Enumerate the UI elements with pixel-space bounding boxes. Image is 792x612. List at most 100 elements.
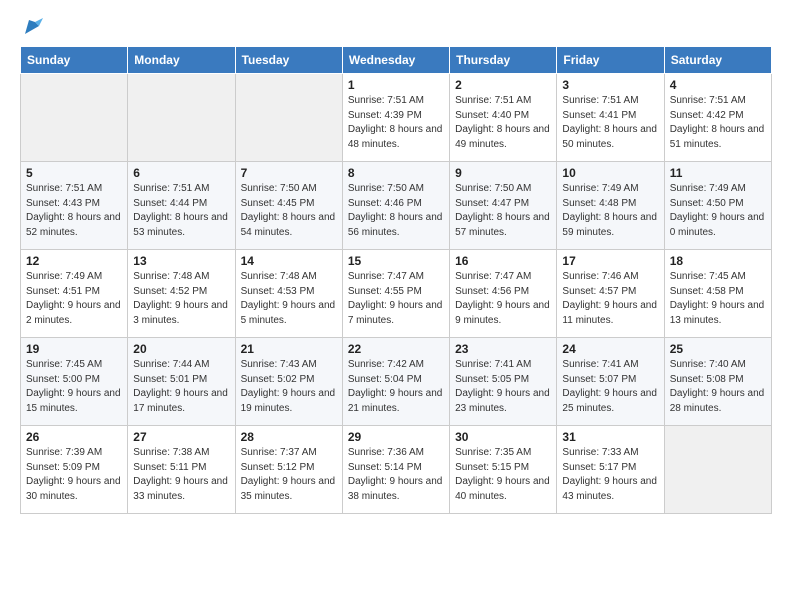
day-number: 29 — [348, 430, 444, 444]
day-info: Sunrise: 7:35 AM Sunset: 5:15 PM Dayligh… — [455, 446, 551, 504]
calendar-cell: 26 Sunrise: 7:39 AM Sunset: 5:09 PM Dayli… — [21, 426, 128, 514]
day-info: Sunrise: 7:41 AM Sunset: 5:07 PM Dayligh… — [562, 358, 658, 416]
day-info: Sunrise: 7:37 AM Sunset: 5:12 PM Dayligh… — [241, 446, 337, 504]
day-info: Sunrise: 7:44 AM Sunset: 5:01 PM Dayligh… — [133, 358, 229, 416]
day-number: 13 — [133, 254, 229, 268]
calendar-cell: 3 Sunrise: 7:51 AM Sunset: 4:41 PM Daylig… — [557, 74, 664, 162]
calendar-cell — [128, 74, 235, 162]
calendar-cell: 5 Sunrise: 7:51 AM Sunset: 4:43 PM Daylig… — [21, 162, 128, 250]
day-number: 16 — [455, 254, 551, 268]
logo-text — [20, 16, 43, 38]
day-number: 10 — [562, 166, 658, 180]
day-info: Sunrise: 7:51 AM Sunset: 4:39 PM Dayligh… — [348, 94, 444, 152]
day-number: 21 — [241, 342, 337, 356]
day-number: 7 — [241, 166, 337, 180]
day-info: Sunrise: 7:49 AM Sunset: 4:50 PM Dayligh… — [670, 182, 766, 240]
calendar-cell: 21 Sunrise: 7:43 AM Sunset: 5:02 PM Dayli… — [235, 338, 342, 426]
day-number: 23 — [455, 342, 551, 356]
day-info: Sunrise: 7:51 AM Sunset: 4:41 PM Dayligh… — [562, 94, 658, 152]
day-number: 11 — [670, 166, 766, 180]
day-info: Sunrise: 7:50 AM Sunset: 4:47 PM Dayligh… — [455, 182, 551, 240]
day-info: Sunrise: 7:33 AM Sunset: 5:17 PM Dayligh… — [562, 446, 658, 504]
day-info: Sunrise: 7:49 AM Sunset: 4:51 PM Dayligh… — [26, 270, 122, 328]
day-number: 25 — [670, 342, 766, 356]
day-info: Sunrise: 7:47 AM Sunset: 4:55 PM Dayligh… — [348, 270, 444, 328]
calendar-week-row: 26 Sunrise: 7:39 AM Sunset: 5:09 PM Dayli… — [21, 426, 772, 514]
day-info: Sunrise: 7:42 AM Sunset: 5:04 PM Dayligh… — [348, 358, 444, 416]
day-info: Sunrise: 7:39 AM Sunset: 5:09 PM Dayligh… — [26, 446, 122, 504]
calendar-cell: 28 Sunrise: 7:37 AM Sunset: 5:12 PM Dayli… — [235, 426, 342, 514]
weekday-header-row: SundayMondayTuesdayWednesdayThursdayFrid… — [21, 47, 772, 74]
calendar-cell: 30 Sunrise: 7:35 AM Sunset: 5:15 PM Dayli… — [450, 426, 557, 514]
day-number: 5 — [26, 166, 122, 180]
calendar-table: SundayMondayTuesdayWednesdayThursdayFrid… — [20, 46, 772, 514]
day-info: Sunrise: 7:47 AM Sunset: 4:56 PM Dayligh… — [455, 270, 551, 328]
day-info: Sunrise: 7:48 AM Sunset: 4:52 PM Dayligh… — [133, 270, 229, 328]
day-number: 20 — [133, 342, 229, 356]
day-info: Sunrise: 7:38 AM Sunset: 5:11 PM Dayligh… — [133, 446, 229, 504]
weekday-header: Saturday — [664, 47, 771, 74]
calendar-cell: 2Sunrise: 7:51 AM Sunset: 4:40 PM Daylig… — [450, 74, 557, 162]
day-number: 2 — [455, 78, 551, 92]
day-info: Sunrise: 7:45 AM Sunset: 5:00 PM Dayligh… — [26, 358, 122, 416]
day-info: Sunrise: 7:40 AM Sunset: 5:08 PM Dayligh… — [670, 358, 766, 416]
day-number: 26 — [26, 430, 122, 444]
calendar-cell: 6 Sunrise: 7:51 AM Sunset: 4:44 PM Daylig… — [128, 162, 235, 250]
day-info: Sunrise: 7:51 AM Sunset: 4:43 PM Dayligh… — [26, 182, 122, 240]
header — [20, 16, 772, 38]
calendar-cell: 11 Sunrise: 7:49 AM Sunset: 4:50 PM Dayli… — [664, 162, 771, 250]
calendar-cell: 25 Sunrise: 7:40 AM Sunset: 5:08 PM Dayli… — [664, 338, 771, 426]
day-number: 27 — [133, 430, 229, 444]
calendar-week-row: 19 Sunrise: 7:45 AM Sunset: 5:00 PM Dayli… — [21, 338, 772, 426]
calendar-cell: 10 Sunrise: 7:49 AM Sunset: 4:48 PM Dayli… — [557, 162, 664, 250]
logo-icon — [21, 16, 43, 38]
weekday-header: Wednesday — [342, 47, 449, 74]
day-number: 30 — [455, 430, 551, 444]
day-number: 18 — [670, 254, 766, 268]
calendar-cell: 4 Sunrise: 7:51 AM Sunset: 4:42 PM Daylig… — [664, 74, 771, 162]
day-info: Sunrise: 7:36 AM Sunset: 5:14 PM Dayligh… — [348, 446, 444, 504]
calendar-cell: 19 Sunrise: 7:45 AM Sunset: 5:00 PM Dayli… — [21, 338, 128, 426]
calendar-cell: 16 Sunrise: 7:47 AM Sunset: 4:56 PM Dayli… — [450, 250, 557, 338]
logo — [20, 16, 43, 38]
day-number: 4 — [670, 78, 766, 92]
calendar-cell: 12 Sunrise: 7:49 AM Sunset: 4:51 PM Dayli… — [21, 250, 128, 338]
calendar-cell: 31 Sunrise: 7:33 AM Sunset: 5:17 PM Dayli… — [557, 426, 664, 514]
calendar-week-row: 5 Sunrise: 7:51 AM Sunset: 4:43 PM Daylig… — [21, 162, 772, 250]
calendar-cell: 1 Sunrise: 7:51 AM Sunset: 4:39 PM Daylig… — [342, 74, 449, 162]
day-number: 12 — [26, 254, 122, 268]
calendar-cell: 9Sunrise: 7:50 AM Sunset: 4:47 PM Daylig… — [450, 162, 557, 250]
calendar-cell — [235, 74, 342, 162]
day-number: 19 — [26, 342, 122, 356]
day-number: 31 — [562, 430, 658, 444]
calendar-cell: 18 Sunrise: 7:45 AM Sunset: 4:58 PM Dayli… — [664, 250, 771, 338]
day-number: 24 — [562, 342, 658, 356]
day-number: 3 — [562, 78, 658, 92]
day-number: 22 — [348, 342, 444, 356]
day-number: 28 — [241, 430, 337, 444]
calendar-week-row: 12 Sunrise: 7:49 AM Sunset: 4:51 PM Dayli… — [21, 250, 772, 338]
calendar-cell: 27 Sunrise: 7:38 AM Sunset: 5:11 PM Dayli… — [128, 426, 235, 514]
weekday-header: Sunday — [21, 47, 128, 74]
calendar-cell: 8 Sunrise: 7:50 AM Sunset: 4:46 PM Daylig… — [342, 162, 449, 250]
page: SundayMondayTuesdayWednesdayThursdayFrid… — [0, 0, 792, 530]
day-info: Sunrise: 7:50 AM Sunset: 4:46 PM Dayligh… — [348, 182, 444, 240]
calendar-cell — [21, 74, 128, 162]
day-info: Sunrise: 7:49 AM Sunset: 4:48 PM Dayligh… — [562, 182, 658, 240]
day-info: Sunrise: 7:46 AM Sunset: 4:57 PM Dayligh… — [562, 270, 658, 328]
calendar-cell — [664, 426, 771, 514]
calendar-cell: 23Sunrise: 7:41 AM Sunset: 5:05 PM Dayli… — [450, 338, 557, 426]
calendar-cell: 7 Sunrise: 7:50 AM Sunset: 4:45 PM Daylig… — [235, 162, 342, 250]
day-info: Sunrise: 7:51 AM Sunset: 4:44 PM Dayligh… — [133, 182, 229, 240]
day-info: Sunrise: 7:43 AM Sunset: 5:02 PM Dayligh… — [241, 358, 337, 416]
day-number: 1 — [348, 78, 444, 92]
day-info: Sunrise: 7:45 AM Sunset: 4:58 PM Dayligh… — [670, 270, 766, 328]
day-info: Sunrise: 7:51 AM Sunset: 4:42 PM Dayligh… — [670, 94, 766, 152]
calendar-cell: 17 Sunrise: 7:46 AM Sunset: 4:57 PM Dayli… — [557, 250, 664, 338]
day-number: 8 — [348, 166, 444, 180]
weekday-header: Tuesday — [235, 47, 342, 74]
calendar-week-row: 1 Sunrise: 7:51 AM Sunset: 4:39 PM Daylig… — [21, 74, 772, 162]
day-number: 17 — [562, 254, 658, 268]
day-number: 6 — [133, 166, 229, 180]
day-info: Sunrise: 7:50 AM Sunset: 4:45 PM Dayligh… — [241, 182, 337, 240]
